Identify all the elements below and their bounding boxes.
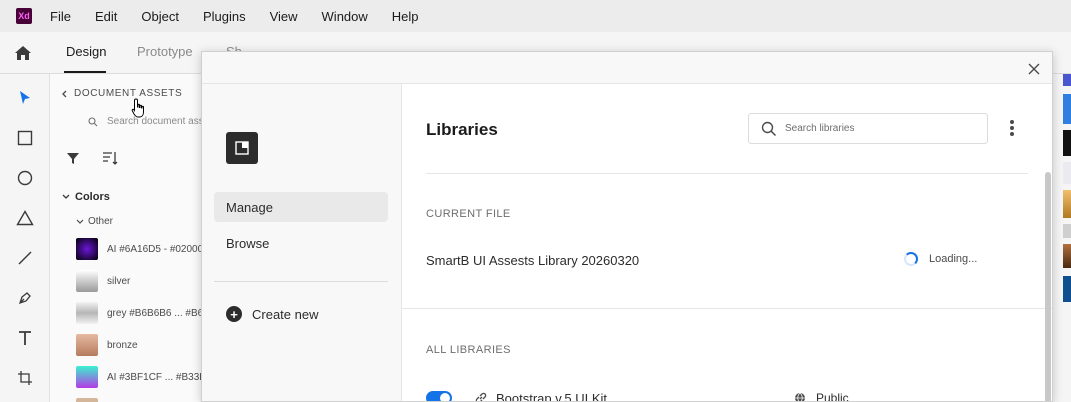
- color-swatch: [1063, 74, 1071, 86]
- page-title: Libraries: [426, 120, 498, 139]
- assets-search-input[interactable]: Search document assets: [107, 116, 202, 127]
- more-options-icon[interactable]: [1007, 118, 1017, 138]
- color-swatch-item[interactable]: bronze: [76, 333, 202, 357]
- close-icon[interactable]: [1027, 62, 1041, 76]
- color-swatch: [76, 398, 98, 402]
- color-swatch: [1063, 224, 1071, 238]
- tab-design[interactable]: Design: [66, 44, 106, 59]
- library-search-input[interactable]: [785, 123, 975, 134]
- current-file-name: SmartB UI Assests Library 20260320: [426, 253, 640, 268]
- hand-cursor-icon: [131, 98, 144, 118]
- chevron-left-icon[interactable]: [61, 90, 67, 98]
- color-swatch: [1063, 94, 1071, 124]
- color-swatch: [1063, 130, 1071, 156]
- other-group-header[interactable]: Other: [88, 216, 113, 227]
- swatch-label: AI #6A16D5 - #020005: [107, 243, 202, 255]
- chevron-down-icon[interactable]: [62, 194, 70, 200]
- filter-icon[interactable]: [66, 151, 80, 165]
- dialog-sidebar: Manage Browse + Create new: [202, 84, 402, 401]
- all-libraries-label: ALL LIBRARIES: [426, 344, 511, 356]
- menu-window[interactable]: Window: [322, 9, 368, 24]
- menu-object[interactable]: Object: [141, 9, 179, 24]
- swatch-label: bronze: [107, 339, 138, 351]
- color-swatch-item[interactable]: AI #6A16D5 - #020005: [76, 237, 202, 261]
- chevron-down-icon[interactable]: [76, 219, 84, 225]
- sidebar-divider: [214, 281, 388, 282]
- create-new-button[interactable]: + Create new: [226, 306, 318, 322]
- loading-text: Loading...: [929, 253, 978, 265]
- ellipse-tool-icon[interactable]: [15, 168, 35, 188]
- search-icon: [761, 121, 777, 136]
- rectangle-tool-icon[interactable]: [15, 128, 35, 148]
- color-swatch: [76, 302, 98, 324]
- color-swatch-item[interactable]: AI #3BF1CF ... #B33BE6: [76, 365, 202, 389]
- nav-manage[interactable]: Manage: [214, 192, 388, 222]
- pen-tool-icon[interactable]: [15, 288, 35, 308]
- menu-bar: Xd File Edit Object Plugins View Window …: [0, 0, 1071, 32]
- library-icon: [226, 132, 258, 164]
- library-enabled-toggle[interactable]: [426, 391, 452, 401]
- dialog-scrollbar[interactable]: [1045, 172, 1051, 401]
- link-icon: [475, 392, 487, 401]
- home-icon[interactable]: [14, 44, 32, 62]
- swatch-label: grey #B6B6B6 ... #B6B6B6: [107, 307, 202, 319]
- dialog-title-bar: [202, 52, 1052, 84]
- color-swatch-item[interactable]: grey #B6B6B6 ... #B6B6B6: [76, 301, 202, 325]
- color-swatch-item[interactable]: silver: [76, 269, 202, 293]
- color-swatch: [76, 238, 98, 260]
- document-assets-panel: DOCUMENT ASSETS Search document assets C…: [50, 74, 202, 402]
- spinner-icon: [904, 252, 918, 266]
- menu-file[interactable]: File: [50, 9, 71, 24]
- search-icon: [88, 117, 98, 127]
- line-tool-icon[interactable]: [15, 248, 35, 268]
- library-search-box[interactable]: [748, 113, 988, 144]
- section-divider: [402, 308, 1052, 309]
- library-row[interactable]: Bootstrap v.5 UI Kit Public: [426, 388, 986, 402]
- header-divider: [426, 173, 1028, 174]
- menu-edit[interactable]: Edit: [95, 9, 117, 24]
- artboard-tool-icon[interactable]: [15, 368, 35, 388]
- library-visibility-label: Public: [816, 391, 849, 402]
- color-swatch: [76, 334, 98, 356]
- create-new-label: Create new: [252, 306, 319, 322]
- properties-panel-edge: [1054, 74, 1071, 402]
- library-visibility: Public: [794, 391, 849, 402]
- swatch-label: silver: [107, 275, 131, 287]
- polygon-tool-icon[interactable]: [15, 208, 35, 228]
- menu-help[interactable]: Help: [392, 9, 419, 24]
- color-swatch: [1063, 244, 1071, 268]
- color-swatch-item[interactable]: [76, 397, 202, 402]
- nav-browse[interactable]: Browse: [214, 228, 388, 258]
- menu-plugins[interactable]: Plugins: [203, 9, 246, 24]
- active-tab-indicator: [64, 71, 106, 73]
- menu-view[interactable]: View: [270, 9, 298, 24]
- color-swatch: [1063, 190, 1071, 218]
- text-tool-icon[interactable]: [15, 328, 35, 348]
- current-file-label: CURRENT FILE: [426, 208, 511, 220]
- select-tool-icon[interactable]: [15, 88, 35, 108]
- color-swatch: [1063, 276, 1071, 302]
- color-swatch: [76, 270, 98, 292]
- tab-prototype[interactable]: Prototype: [137, 44, 193, 59]
- color-swatch: [76, 366, 98, 388]
- assets-panel-title: DOCUMENT ASSETS: [74, 88, 183, 99]
- plus-circle-icon: +: [226, 306, 242, 322]
- globe-icon: [795, 392, 805, 401]
- swatch-label: AI #3BF1CF ... #B33BE6: [107, 371, 202, 383]
- library-name: Bootstrap v.5 UI Kit: [496, 390, 608, 402]
- tool-bar: [0, 74, 50, 402]
- xd-app-icon: Xd: [16, 8, 32, 24]
- loading-indicator: Loading...: [904, 252, 977, 266]
- color-swatch: [1063, 162, 1071, 184]
- sort-icon[interactable]: [102, 151, 118, 165]
- colors-section-header[interactable]: Colors: [75, 191, 110, 203]
- libraries-dialog: Manage Browse + Create new Libraries CUR…: [201, 51, 1053, 402]
